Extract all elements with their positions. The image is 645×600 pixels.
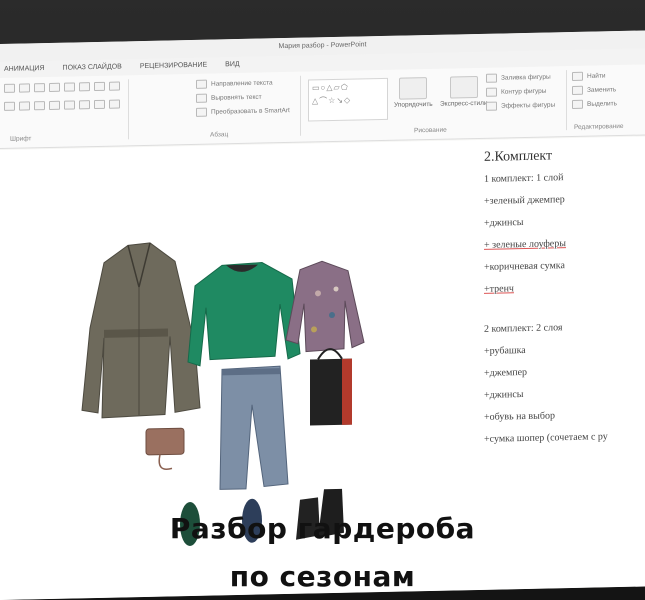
shrink-font-icon[interactable]: [34, 83, 45, 93]
list-item: +зеленый джемпер: [484, 194, 565, 207]
overlay-caption-line2: по сезонам: [229, 560, 416, 593]
spacing-icon[interactable]: [19, 101, 30, 111]
tote-bag-image: [310, 348, 352, 426]
arrange-label: Упорядочить: [394, 100, 433, 109]
bullets-icon[interactable]: [64, 82, 75, 92]
align-right-icon[interactable]: [94, 99, 105, 110]
outfit-collage: [81, 242, 365, 547]
align-center-icon[interactable]: [79, 100, 90, 110]
list-item: +джемпер: [484, 366, 528, 379]
group-label-drawing: Рисование: [414, 126, 447, 135]
quick-styles-label: Экспресс-стили: [440, 99, 488, 108]
grow-font-icon[interactable]: [19, 83, 30, 93]
set1-title: 1 комплект: 1 слой: [484, 172, 564, 185]
indent-icon[interactable]: [94, 81, 105, 92]
smartart-label: Преобразовать в SmartArt: [211, 107, 290, 116]
replace-button[interactable]: Заменить: [572, 85, 617, 96]
brown-bag-image: [145, 427, 185, 470]
shape-fill-label: Заливка фигуры: [501, 73, 551, 82]
effects-icon: [486, 101, 497, 111]
cursor-icon: [572, 99, 583, 110]
shadow-icon[interactable]: [4, 101, 15, 111]
ribbon-separator: [128, 79, 129, 140]
numbering-icon[interactable]: [79, 82, 90, 92]
smartart-button[interactable]: Преобразовать в SmartArt: [196, 106, 290, 117]
quick-styles-button[interactable]: Экспресс-стили: [440, 75, 488, 108]
find-label: Найти: [587, 72, 606, 80]
tab-view[interactable]: ВИД: [225, 57, 239, 73]
line-spacing-icon[interactable]: [109, 81, 120, 91]
set2-title: 2 комплект: 2 слоя: [484, 322, 563, 335]
shape-outline-label: Контур фигуры: [501, 87, 547, 96]
green-jumper-image: [187, 262, 301, 367]
tab-review[interactable]: РЕЦЕНЗИРОВАНИЕ: [140, 58, 207, 75]
list-item: +обувь на выбор: [484, 410, 555, 423]
smartart-icon: [196, 107, 207, 117]
text-direction-icon: [196, 79, 207, 89]
list-item: +тренч: [484, 283, 514, 295]
binoculars-icon: [572, 71, 583, 82]
font-size-icon[interactable]: [4, 83, 15, 93]
slide-notes-text[interactable]: 2.Комплект 1 комплект: 1 слой +зеленый д…: [484, 147, 608, 456]
shapes-gallery[interactable]: ▭○△▱⬠ △⌒☆↘◇: [308, 77, 388, 122]
font-controls-row2: [4, 99, 124, 111]
arrange-button[interactable]: Упорядочить: [394, 77, 433, 109]
group-label-paragraph: Абзац: [210, 131, 229, 139]
align-text-label: Выровнять текст: [211, 93, 262, 102]
select-button[interactable]: Выделить: [572, 99, 617, 110]
printed-shirt-image: [285, 260, 365, 353]
trench-coat-image: [81, 242, 201, 419]
text-direction-label: Направление текста: [211, 79, 273, 88]
slide-heading: 2.Комплект: [484, 148, 553, 165]
shape-fill-button[interactable]: Заливка фигуры: [486, 72, 551, 83]
select-label: Выделить: [587, 100, 617, 108]
overlay-caption-line1: Разбор гардероба: [169, 512, 476, 545]
font-controls-row1: [4, 81, 124, 93]
jeans-image: [219, 365, 289, 490]
list-item: +джинсы: [484, 217, 524, 229]
shape-effects-label: Эффекты фигуры: [501, 101, 556, 110]
list-item: + зеленые лоуферы: [484, 238, 566, 251]
ribbon: Шрифт Направление текста Выровнять текст…: [0, 64, 645, 149]
list-item: +коричневая сумка: [484, 260, 565, 273]
list-item: +сумка шопер (сочетаем с ру: [484, 431, 608, 445]
case-icon[interactable]: [34, 101, 45, 111]
group-label-editing: Редактирование: [574, 122, 624, 131]
shape-outline-button[interactable]: Контур фигуры: [486, 87, 546, 97]
shape-effects-button[interactable]: Эффекты фигуры: [486, 100, 556, 111]
list-item: +рубашка: [484, 344, 526, 357]
align-text-icon: [196, 93, 207, 103]
list-item: +джинсы: [484, 389, 524, 401]
paint-bucket-icon: [486, 73, 497, 83]
find-button[interactable]: Найти: [572, 71, 606, 82]
group-label-font: Шрифт: [10, 135, 32, 143]
arrange-icon: [399, 77, 428, 100]
pen-icon: [486, 87, 497, 97]
font-color-icon[interactable]: [49, 100, 60, 110]
tab-slideshow[interactable]: ПОКАЗ СЛАЙДОВ: [63, 59, 122, 76]
align-text-button[interactable]: Выровнять текст: [196, 93, 262, 103]
align-left-icon[interactable]: [64, 100, 75, 110]
replace-icon: [572, 85, 583, 96]
ribbon-separator: [566, 70, 567, 131]
quick-styles-icon: [449, 75, 478, 99]
ribbon-separator: [300, 75, 301, 136]
text-direction-button[interactable]: Направление текста: [196, 78, 273, 89]
tab-animation[interactable]: АНИМАЦИЯ: [4, 61, 45, 78]
clear-format-icon[interactable]: [49, 82, 60, 92]
replace-label: Заменить: [587, 86, 617, 94]
justify-icon[interactable]: [109, 99, 120, 109]
